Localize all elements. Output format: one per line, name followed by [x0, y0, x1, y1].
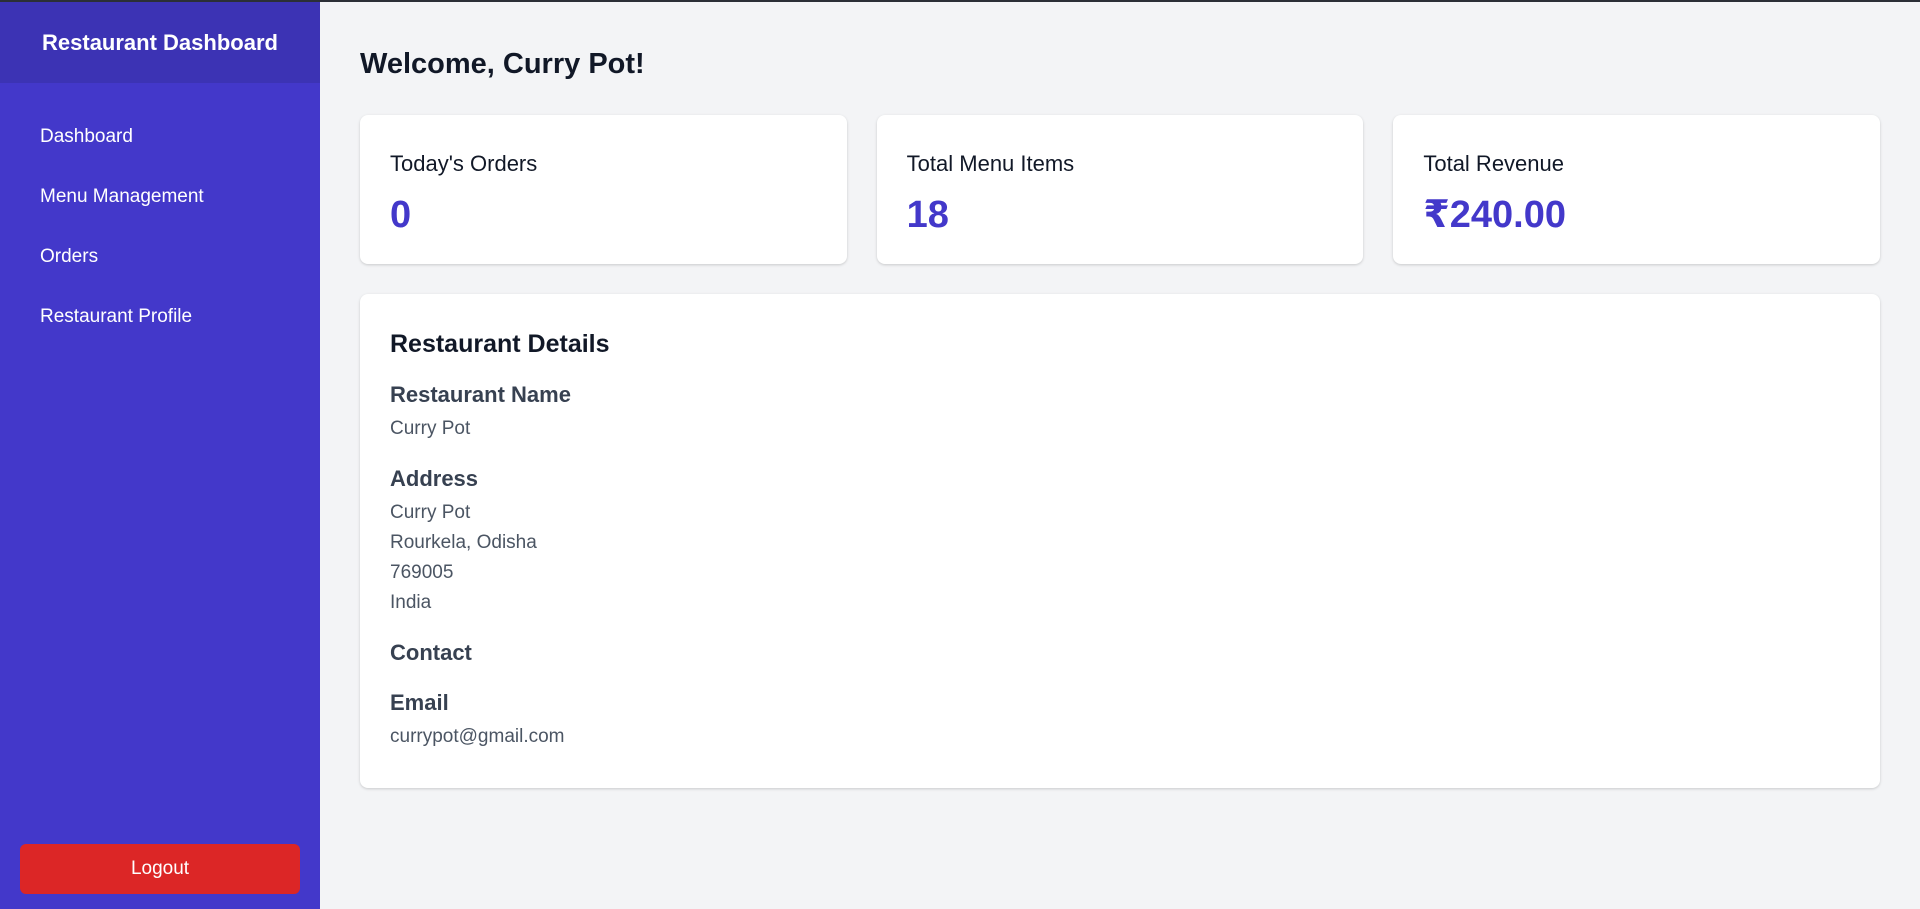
sidebar-item-menu-management[interactable]: Menu Management — [0, 167, 320, 227]
address-line: Curry Pot — [390, 502, 471, 523]
sidebar-nav: Dashboard Menu Management Orders Restaur… — [0, 83, 320, 347]
details-title: Restaurant Details — [390, 330, 610, 358]
sidebar-item-orders[interactable]: Orders — [0, 227, 320, 287]
field-label: Email — [390, 690, 449, 715]
field-contact: Contact — [390, 638, 1850, 668]
restaurant-name-value: Curry Pot — [390, 418, 471, 439]
logout-button[interactable]: Logout — [20, 844, 300, 894]
email-value: currypot@gmail.com — [390, 726, 565, 747]
page-title: Welcome, Curry Pot! — [360, 48, 645, 80]
sidebar-title: Restaurant Dashboard — [0, 2, 320, 83]
stats-row: Today's Orders 0 Total Menu Items 18 Tot… — [360, 115, 1881, 264]
address-line: Rourkela, Odisha — [390, 532, 537, 553]
field-email: Email currypot@gmail.com — [390, 688, 1850, 752]
app-root: Restaurant Dashboard Dashboard Menu Mana… — [0, 0, 1920, 909]
stat-card-total-menu-items: Total Menu Items 18 — [876, 115, 1364, 264]
stat-label: Total Menu Items — [906, 151, 1075, 176]
stat-card-total-revenue: Total Revenue ₹240.00 — [1393, 115, 1881, 264]
stat-label: Today's Orders — [390, 151, 538, 176]
sidebar-item-restaurant-profile[interactable]: Restaurant Profile — [0, 287, 320, 347]
stat-label: Total Revenue — [1423, 151, 1564, 176]
field-label: Contact — [390, 640, 472, 665]
restaurant-details-card: Restaurant Details Restaurant Name Curry… — [360, 294, 1880, 788]
sidebar: Restaurant Dashboard Dashboard Menu Mana… — [0, 2, 320, 909]
field-label: Address — [390, 466, 479, 491]
field-restaurant-name: Restaurant Name Curry Pot — [390, 380, 1850, 444]
main-content: Welcome, Curry Pot! Today's Orders 0 Tot… — [320, 2, 1920, 909]
stat-value: ₹240.00 — [1423, 194, 1567, 236]
stat-card-todays-orders: Today's Orders 0 — [360, 115, 847, 264]
logout-container: Logout — [20, 844, 300, 894]
sidebar-item-dashboard[interactable]: Dashboard — [0, 107, 320, 167]
field-label: Restaurant Name — [390, 382, 571, 407]
field-address: Address Curry Pot Rourkela, Odisha 76900… — [390, 464, 1850, 618]
stat-value: 18 — [906, 194, 949, 236]
address-line: India — [390, 592, 432, 613]
stat-value: 0 — [390, 194, 412, 236]
address-line: 769005 — [390, 562, 454, 583]
